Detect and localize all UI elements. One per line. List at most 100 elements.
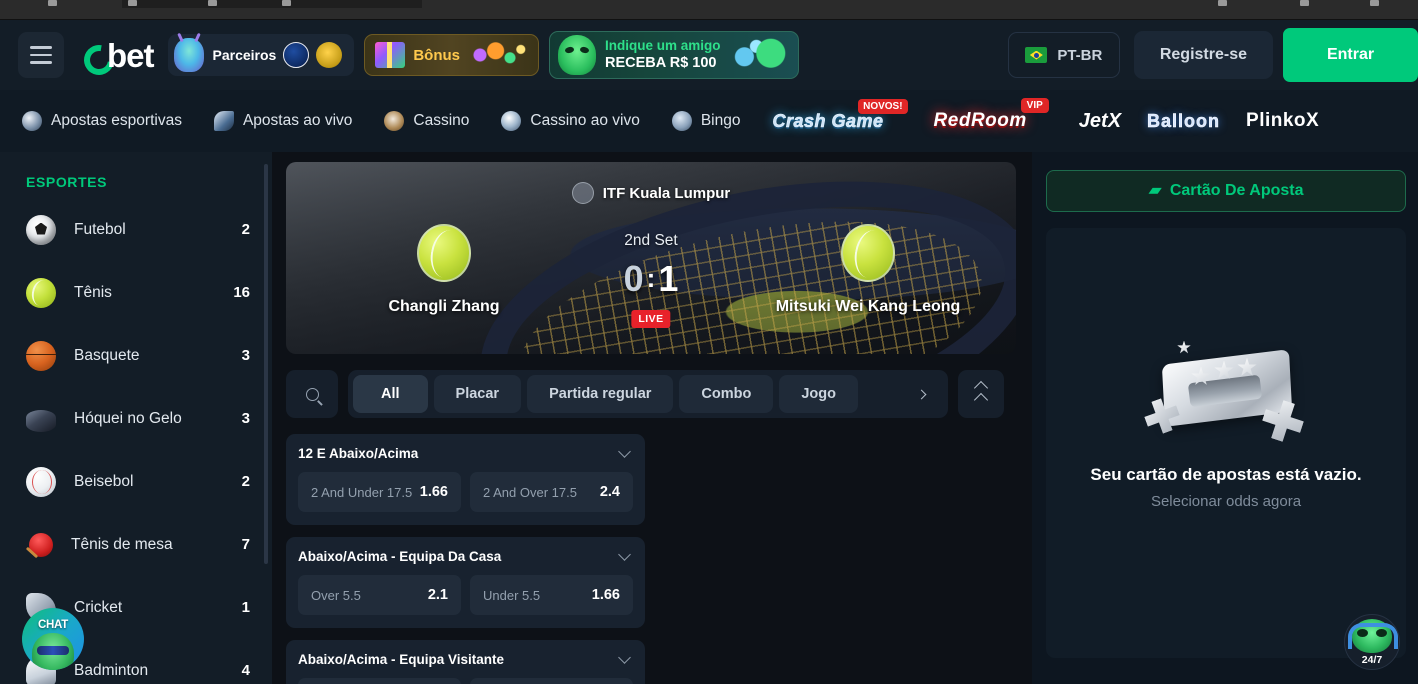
sidebar-item-beisebol[interactable]: Beisebol 2 xyxy=(0,450,272,513)
nav-item-casino[interactable]: Cassino xyxy=(384,111,469,131)
sidebar-item-count: 4 xyxy=(241,662,250,679)
browser-profile-icon[interactable] xyxy=(1370,0,1379,6)
collapse-all-button[interactable] xyxy=(958,370,1004,418)
bet-slip-tab-label: Cartão De Aposta xyxy=(1169,182,1304,199)
browser-minimize-icon[interactable] xyxy=(1218,0,1227,6)
tennis-ball-icon xyxy=(841,224,895,282)
tab-jogo[interactable]: Jogo xyxy=(779,375,858,413)
market-header[interactable]: Abaixo/Acima - Equipa Da Casa xyxy=(298,548,633,564)
tab-placar[interactable]: Placar xyxy=(433,375,522,413)
market-card: Abaixo/Acima - Equipa Da Casa Over 5.5 2… xyxy=(286,537,645,628)
bonus-promo-banner[interactable]: Bônus xyxy=(364,34,539,76)
bet-slip-panel: ▰ Cartão De Aposta Seu cartão de apostas… xyxy=(1032,152,1418,684)
odd-button[interactable]: 2 And Over 17.5 2.4 xyxy=(470,472,633,512)
odd-value: 1.66 xyxy=(419,484,448,500)
market-header[interactable]: Abaixo/Acima - Equipa Visitante xyxy=(298,651,633,667)
brand-redroom[interactable]: RedRoom VIP xyxy=(933,98,1049,132)
browser-back-icon[interactable] xyxy=(48,0,57,6)
odd-button[interactable]: Over 12.5 2.2 xyxy=(470,678,633,684)
brand-label: Plinko xyxy=(1246,110,1307,131)
browser-reload-icon[interactable] xyxy=(208,0,217,6)
sidebar-scrollbar[interactable] xyxy=(264,164,268,564)
sidebar-item-count: 2 xyxy=(241,473,250,490)
score-separator: : xyxy=(646,263,656,293)
odd-button[interactable]: Under 5.5 1.66 xyxy=(470,575,633,615)
site-logo[interactable]: bet xyxy=(78,39,154,81)
player-away: Mitsuki Wei Kang Leong xyxy=(748,224,988,316)
search-markets-button[interactable] xyxy=(286,370,338,418)
nav-label: Cassino ao vivo xyxy=(530,112,640,129)
support-widget-button[interactable]: 24/7 xyxy=(1344,614,1400,670)
language-selector[interactable]: PT-BR xyxy=(1007,32,1120,78)
odd-button[interactable]: 2 And Under 17.5 1.66 xyxy=(298,472,461,512)
brand-jetx[interactable]: JetX xyxy=(1079,110,1121,133)
market-card: 12 E Abaixo/Acima 2 And Under 17.5 1.66 … xyxy=(286,434,645,525)
sidebar-item-basquete[interactable]: Basquete 3 xyxy=(0,324,272,387)
brand-balloon[interactable]: Balloon xyxy=(1147,110,1220,132)
sidebar-item-tenis-de-mesa[interactable]: Tênis de mesa 7 xyxy=(0,513,272,576)
market-title: 12 E Abaixo/Acima xyxy=(298,446,419,461)
sidebar-item-tenis[interactable]: Tênis 16 xyxy=(0,261,272,324)
live-badge: LIVE xyxy=(631,310,671,328)
corinthians-crest-icon xyxy=(316,42,343,68)
nav-item-bingo[interactable]: Bingo xyxy=(671,111,740,131)
browser-tab[interactable] xyxy=(122,0,422,8)
nav-item-live-casino[interactable]: Cassino ao vivo xyxy=(501,111,640,131)
support-hours-label: 24/7 xyxy=(1361,654,1383,666)
brand-label: RedRoom xyxy=(933,110,1027,131)
odds-row: 2 And Under 17.5 1.66 2 And Over 17.5 2.… xyxy=(298,472,633,512)
tab-all[interactable]: All xyxy=(353,375,428,413)
market-header[interactable]: 12 E Abaixo/Acima xyxy=(298,445,633,461)
empty-betslip-subtitle: Selecionar odds agora xyxy=(1150,492,1302,510)
sidebar-item-label: Hóquei no Gelo xyxy=(74,409,182,427)
partners-label: Parceiros xyxy=(212,47,277,63)
market-title: Abaixo/Acima - Equipa Visitante xyxy=(298,652,505,667)
brand-plinko[interactable]: Plinko X xyxy=(1246,110,1319,132)
sparkles-icon xyxy=(468,41,528,69)
referral-promo-banner[interactable]: Indique um amigo RECEBA R$ 100 xyxy=(549,31,799,79)
chevron-down-icon[interactable] xyxy=(618,651,631,664)
odd-button[interactable]: Over 5.5 2.1 xyxy=(298,575,461,615)
baseball-icon xyxy=(26,466,56,497)
partners-banner[interactable]: Parceiros xyxy=(167,34,355,76)
nav-item-live-betting[interactable]: Apostas ao vivo xyxy=(213,111,352,131)
login-button[interactable]: Entrar xyxy=(1283,28,1418,82)
nav-label: Apostas esportivas xyxy=(51,112,182,129)
tab-combo[interactable]: Combo xyxy=(679,375,774,413)
brazil-flag-icon xyxy=(1025,47,1048,63)
browser-forward-icon[interactable] xyxy=(128,0,137,6)
referral-subline: RECEBA R$ 100 xyxy=(605,55,717,72)
search-icon xyxy=(305,387,319,401)
referral-headline: Indique um amigo xyxy=(605,37,721,53)
browser-extensions-icon[interactable] xyxy=(1300,0,1309,6)
league-name: ITF Kuala Lumpur xyxy=(602,184,731,202)
brand-crash-game[interactable]: Crash Game NOVOS! xyxy=(772,98,908,132)
sidebar-item-count: 16 xyxy=(233,284,250,301)
casino-live-icon xyxy=(501,111,522,131)
nav-item-sports-betting[interactable]: Apostas esportivas xyxy=(22,111,182,131)
tabs-next-button[interactable] xyxy=(899,375,943,413)
sidebar-item-hoquei-no-gelo[interactable]: Hóquei no Gelo 3 xyxy=(0,387,272,450)
sidebar-item-label: Futebol xyxy=(74,220,126,238)
chevron-down-icon[interactable] xyxy=(618,548,631,561)
register-button[interactable]: Registre-se xyxy=(1133,31,1273,79)
sports-ball-icon xyxy=(22,111,42,131)
basketball-icon xyxy=(26,340,56,371)
tennis-ball-icon xyxy=(417,224,471,282)
main-navigation: Apostas esportivas Apostas ao vivo Cassi… xyxy=(0,90,1418,152)
tab-partida-regular[interactable]: Partida regular xyxy=(527,375,674,413)
odd-button[interactable]: Under 12.5 1.61 xyxy=(298,678,461,684)
hamburger-menu-icon[interactable] xyxy=(18,32,64,78)
sidebar-item-futebol[interactable]: Futebol 2 xyxy=(0,198,272,261)
match-banner[interactable]: ITF Kuala Lumpur 2nd Set 0:1 LIVE Changl… xyxy=(286,162,1016,354)
sidebar-item-count: 3 xyxy=(241,347,250,364)
bet-slip-tab[interactable]: ▰ Cartão De Aposta xyxy=(1046,170,1406,212)
chat-widget-button[interactable]: CHAT xyxy=(22,608,84,670)
league-logo-icon xyxy=(571,182,594,204)
vip-badge: VIP xyxy=(1020,98,1049,113)
chevron-down-icon[interactable] xyxy=(618,445,631,458)
psg-crest-icon xyxy=(283,42,310,68)
browser-home-icon[interactable] xyxy=(282,0,291,6)
player-home: Changli Zhang xyxy=(324,224,564,316)
league-header: ITF Kuala Lumpur xyxy=(286,182,1016,204)
